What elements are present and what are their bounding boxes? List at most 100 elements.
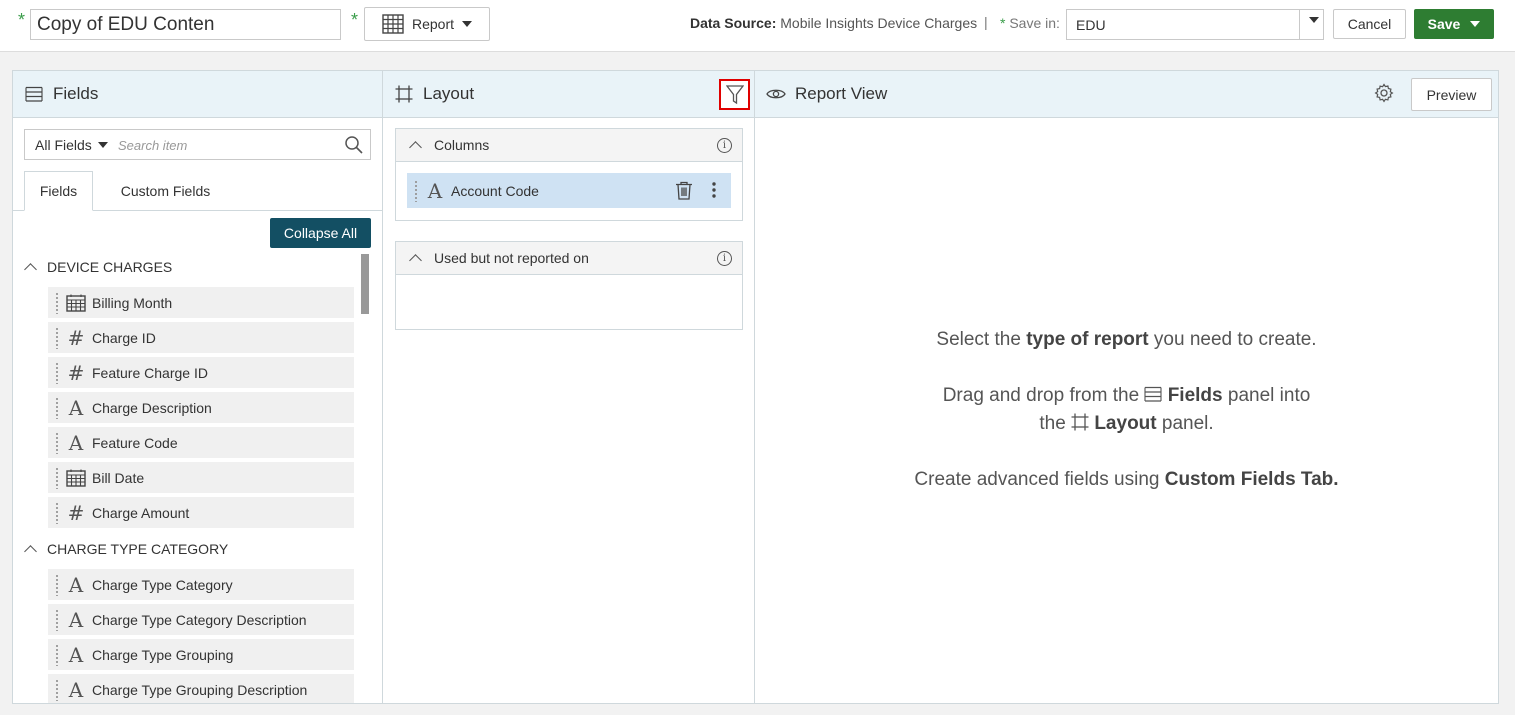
drag-handle-icon[interactable]: [55, 501, 59, 524]
report-view-title: Report View: [795, 84, 888, 103]
data-source-value: Mobile Insights Device Charges: [780, 15, 978, 31]
drag-handle-icon[interactable]: [55, 608, 59, 631]
field-label: Charge Amount: [92, 504, 190, 521]
preview-button[interactable]: Preview: [1411, 78, 1492, 111]
save-in-label-wrap: * Save in:: [1000, 15, 1060, 31]
gear-icon[interactable]: [1374, 83, 1394, 103]
field-item[interactable]: A Charge Type Category Description: [48, 604, 354, 635]
search-input[interactable]: Search item: [118, 138, 187, 153]
field-label: Charge ID: [92, 329, 156, 346]
eye-icon: [765, 83, 787, 105]
chevron-up-icon: [409, 141, 422, 154]
more-options-icon[interactable]: [712, 182, 716, 198]
instruction-line: Drag and drop from the Fields panel into: [755, 385, 1498, 407]
chevron-down-icon: [1309, 17, 1319, 23]
text-icon: A: [68, 642, 84, 667]
tab-fields[interactable]: Fields: [24, 171, 93, 211]
cancel-button[interactable]: Cancel: [1333, 9, 1406, 39]
drag-handle-icon[interactable]: [55, 431, 59, 454]
instruction-bold: type of report: [1026, 329, 1149, 350]
field-item[interactable]: A Feature Code: [48, 427, 354, 458]
field-item[interactable]: A Charge Type Grouping Description: [48, 674, 354, 703]
drag-handle-icon[interactable]: [55, 678, 59, 701]
report-view-panel: Report View Preview Select the type of r…: [754, 70, 1499, 704]
instruction-text: the: [1039, 413, 1072, 434]
field-item[interactable]: # Charge Amount: [48, 497, 354, 528]
calendar-icon: [65, 292, 87, 314]
filter-icon: [725, 84, 744, 104]
chevron-up-icon: [409, 254, 422, 267]
calendar-icon: [65, 467, 87, 489]
trash-icon[interactable]: [675, 181, 693, 200]
drag-handle-icon[interactable]: [55, 291, 59, 314]
columns-title: Columns: [434, 137, 490, 153]
field-filter-dropdown[interactable]: All Fields: [35, 137, 108, 153]
chevron-down-icon: [462, 21, 473, 27]
field-item[interactable]: Bill Date: [48, 462, 354, 493]
report-name-input[interactable]: [30, 9, 341, 40]
drag-handle-icon[interactable]: [55, 396, 59, 419]
report-type-dropdown[interactable]: Report: [364, 7, 490, 41]
columns-section-header[interactable]: Columns i: [396, 129, 742, 162]
drag-handle-icon[interactable]: [55, 361, 59, 384]
instruction-text: Create advanced fields using: [914, 469, 1165, 490]
field-label: Charge Description: [92, 399, 212, 416]
instruction-bold: Fields: [1167, 385, 1223, 406]
layout-panel: Layout Columns i A Account Code Used but…: [382, 70, 755, 704]
text-icon: A: [68, 430, 84, 455]
save-in-select[interactable]: EDU: [1066, 9, 1324, 40]
unreported-section-header[interactable]: Used but not reported on i: [396, 242, 742, 275]
field-label: Billing Month: [92, 294, 173, 311]
chevron-up-icon: [24, 263, 37, 276]
instruction-text: panel.: [1156, 413, 1214, 434]
field-item[interactable]: Billing Month: [48, 287, 354, 318]
instruction-line: the Layout panel.: [755, 413, 1498, 435]
field-item[interactable]: # Charge ID: [48, 322, 354, 353]
columns-section: Columns i A Account Code: [395, 128, 743, 221]
field-label: Charge Type Grouping Description: [92, 681, 308, 698]
save-in-value: EDU: [1076, 17, 1106, 33]
field-item[interactable]: A Charge Description: [48, 392, 354, 423]
drag-handle-icon[interactable]: [55, 326, 59, 349]
drag-handle-icon[interactable]: [55, 466, 59, 489]
tab-custom-fields[interactable]: Custom Fields: [108, 171, 223, 211]
field-item[interactable]: # Feature Charge ID: [48, 357, 354, 388]
data-source-text: Data Source: Mobile Insights Device Char…: [690, 15, 977, 31]
collapse-all-button[interactable]: Collapse All: [270, 218, 371, 248]
chevron-down-icon: [1470, 21, 1481, 27]
scrollbar[interactable]: [361, 254, 369, 314]
text-icon: A: [68, 572, 84, 597]
group-toggle-charge-type-category[interactable]: CHARGE TYPE CATEGORY: [24, 541, 228, 558]
chevron-up-icon: [24, 545, 37, 558]
layout-panel-title: Layout: [423, 84, 475, 103]
info-icon[interactable]: i: [717, 251, 732, 266]
fields-panel-title: Fields: [53, 84, 99, 103]
column-item[interactable]: A Account Code: [407, 173, 731, 208]
field-label: Charge Type Grouping: [92, 646, 234, 663]
group-toggle-device-charges[interactable]: DEVICE CHARGES: [24, 259, 173, 276]
field-search-bar: All Fields Search item: [24, 129, 371, 160]
drag-handle-icon[interactable]: [414, 179, 418, 202]
fields-panel: Fields All Fields Search item Fields Cus…: [12, 70, 383, 704]
filter-button[interactable]: [719, 79, 750, 110]
field-item[interactable]: A Charge Type Grouping: [48, 639, 354, 670]
field-filter-value: All Fields: [35, 137, 92, 153]
info-icon[interactable]: i: [717, 138, 732, 153]
field-label: Charge Type Category: [92, 576, 233, 593]
required-asterisk: *: [351, 10, 359, 30]
instruction-text: panel into: [1222, 385, 1311, 406]
group-title: DEVICE CHARGES: [47, 259, 173, 275]
save-button[interactable]: Save: [1414, 9, 1494, 39]
unreported-title: Used but not reported on: [434, 250, 589, 266]
required-asterisk: *: [1000, 15, 1006, 31]
unreported-section: Used but not reported on i: [395, 241, 743, 330]
save-in-dropdown-toggle[interactable]: [1299, 10, 1323, 39]
instruction-text: Drag and drop from the: [942, 385, 1145, 406]
list-icon: [23, 83, 45, 105]
table-grid-icon: [382, 14, 404, 34]
save-in-label: Save in:: [1009, 15, 1060, 31]
field-item[interactable]: A Charge Type Category: [48, 569, 354, 600]
search-icon[interactable]: [344, 135, 364, 155]
drag-handle-icon[interactable]: [55, 573, 59, 596]
drag-handle-icon[interactable]: [55, 643, 59, 666]
